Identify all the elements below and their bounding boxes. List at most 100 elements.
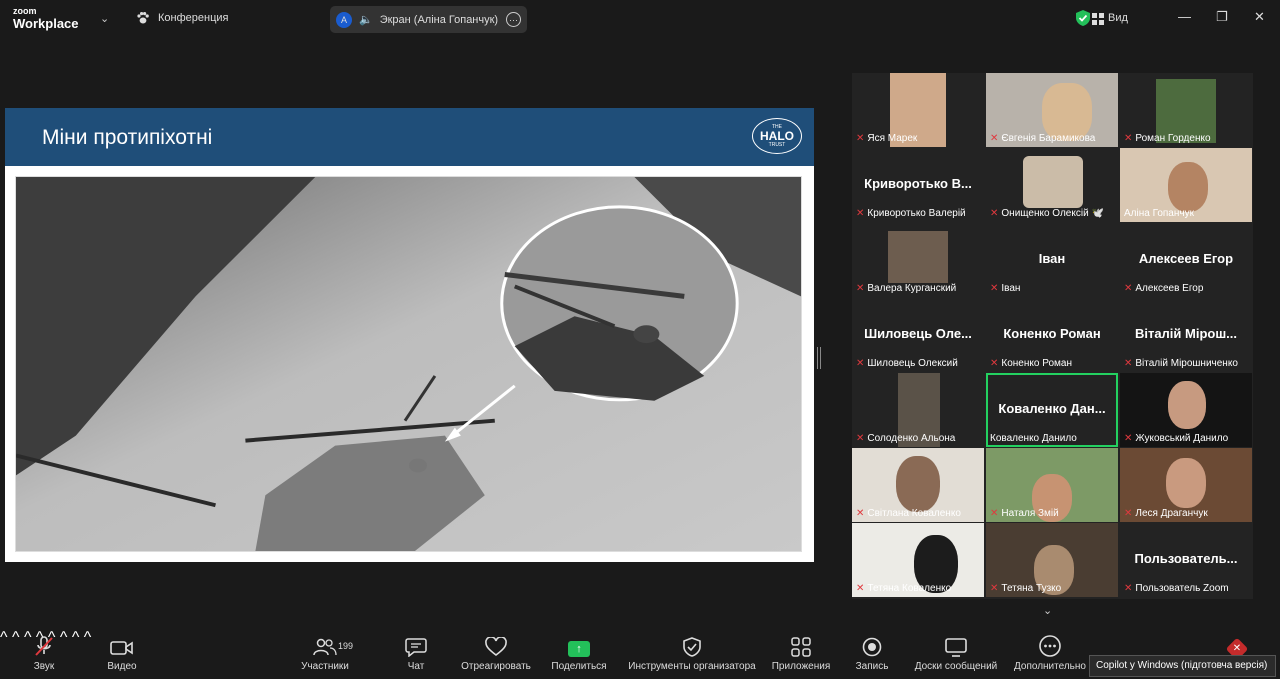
apps-button[interactable]: Приложения	[768, 629, 834, 679]
meeting-info[interactable]: Конференция	[136, 11, 228, 25]
react-button[interactable]: Отреагировать	[458, 629, 534, 679]
video-tile[interactable]: Коненко Роман ✕ Коненко Роман	[986, 298, 1118, 372]
resize-handle[interactable]	[817, 347, 821, 369]
participant-face	[896, 456, 940, 512]
video-tile[interactable]: ✕ Солоденко Альона	[852, 373, 984, 447]
minimize-icon[interactable]: —	[1178, 9, 1191, 24]
video-tile[interactable]: Пользователь... ✕ Пользователь Zoom	[1120, 523, 1252, 597]
audio-button[interactable]: Звук	[24, 629, 64, 679]
slide-title: Міни протипіхотні	[42, 126, 213, 149]
maximize-icon[interactable]: ❐	[1216, 9, 1228, 25]
video-label: Видео	[107, 661, 137, 672]
apps-options-chevron-icon[interactable]: ^	[72, 629, 80, 646]
more-icon	[1039, 635, 1061, 657]
mic-muted-icon: ✕	[1124, 583, 1133, 594]
whiteboards-options-chevron-icon[interactable]: ^	[84, 629, 92, 646]
video-tile[interactable]: Віталій Мірош... ✕ Віталій Мірошниченко	[1120, 298, 1252, 372]
participants-icon	[313, 638, 337, 656]
participants-gallery: ✕ Яся Марек ✕ Євгенія Барамикова ✕ Роман Го…	[852, 73, 1253, 599]
video-tile[interactable]: ✕ Валера Курганский	[852, 223, 984, 297]
chat-label: Чат	[407, 661, 425, 672]
participants-count: 199	[338, 641, 354, 651]
video-tile[interactable]: ✕ Євгенія Барамикова	[986, 73, 1118, 147]
record-label: Запись	[855, 661, 889, 672]
video-tile[interactable]: Аліна Гопанчук	[1120, 148, 1252, 222]
record-button[interactable]: Запись	[852, 629, 892, 679]
participant-name: Наталя Змій	[1001, 508, 1059, 519]
security-shield-icon[interactable]	[1076, 10, 1090, 26]
participant-name: Віталій Мірошниченко	[1135, 358, 1238, 369]
video-tile[interactable]: Криворотько В... ✕ Криворотько Валерій	[852, 148, 984, 222]
share-label: Поделиться	[551, 661, 607, 672]
participant-name: Світлана Коваленко	[867, 508, 961, 519]
close-icon[interactable]: ✕	[1254, 9, 1265, 25]
video-tile[interactable]: ✕ Леся Драганчук	[1120, 448, 1252, 522]
participant-display-name: Коненко Роман	[1003, 326, 1101, 341]
video-tile[interactable]: ✕ Наталя Змій	[986, 448, 1118, 522]
participant-name: Роман Горденко	[1135, 133, 1211, 144]
video-tile-active-speaker[interactable]: Коваленко Дан... Коваленко Данило	[986, 373, 1118, 447]
more-icon[interactable]: ···	[506, 12, 521, 27]
participant-name: Тетяна Коваленко	[867, 583, 952, 594]
participant-name: Євгенія Барамикова	[1001, 133, 1096, 144]
video-tile[interactable]: Іван ✕ Іван	[986, 223, 1118, 297]
apps-label: Приложения	[771, 661, 831, 672]
speaker-icon: 🔈	[359, 14, 373, 26]
video-tile[interactable]: ✕ Тетяна Коваленко	[852, 523, 984, 597]
meeting-toolbar: Звук ^ Видео ^ Участники 199 ^ Чат ^ Отр…	[0, 629, 1280, 679]
share-button[interactable]: ↑ Поделиться	[548, 629, 610, 679]
view-menu[interactable]: Вид	[1108, 12, 1128, 24]
chevron-down-icon[interactable]: ⌄	[100, 12, 109, 25]
participant-name: Іван	[1001, 283, 1021, 294]
mic-muted-icon: ✕	[856, 583, 865, 594]
mic-muted-icon: ✕	[990, 358, 999, 369]
participants-button[interactable]: Участники	[296, 629, 354, 679]
more-button[interactable]: Дополнительно	[1010, 629, 1090, 679]
participant-display-name: Шиловець Оле...	[864, 326, 972, 341]
video-options-chevron-icon[interactable]: ^	[12, 629, 20, 646]
host-tools-label: Инструменты организатора	[628, 661, 756, 672]
participant-display-name: Коваленко Дан...	[998, 401, 1106, 416]
participant-face	[1166, 458, 1206, 508]
mic-muted-icon: ✕	[1124, 283, 1133, 294]
screen-share-indicator[interactable]: A 🔈 Экран (Аліна Гопанчук) ···	[330, 6, 527, 33]
participant-name: Коненко Роман	[1001, 358, 1072, 369]
video-tile[interactable]: ✕ Яся Марек	[852, 73, 984, 147]
participant-name: Яся Марек	[867, 133, 918, 144]
video-tile[interactable]: ✕ Онищенко Олексій 🕊️	[986, 148, 1118, 222]
video-tile[interactable]: ✕ Світлана Коваленко	[852, 448, 984, 522]
mic-muted-icon: ✕	[990, 508, 999, 519]
participant-name: Солоденко Альона	[867, 433, 956, 444]
zoom-logo: zoom Workplace	[13, 6, 79, 31]
participant-name: Жуковський Данило	[1135, 433, 1229, 444]
gallery-next-page-icon[interactable]: ⌄	[1043, 604, 1052, 617]
mic-muted-icon: ✕	[856, 208, 865, 219]
landmine-photo	[15, 176, 802, 552]
mic-muted-icon: ✕	[856, 433, 865, 444]
whiteboards-button[interactable]: Доски сообщений	[910, 629, 1002, 679]
host-tools-button[interactable]: Инструменты организатора	[624, 629, 760, 679]
grid-view-icon[interactable]	[1092, 13, 1104, 25]
chat-button[interactable]: Чат	[400, 629, 432, 679]
logo-bottom: Workplace	[13, 16, 79, 31]
shared-screen: Міни протипіхотні THE HALO TRUST	[5, 108, 814, 562]
video-tile[interactable]: ✕ Роман Горденко	[1120, 73, 1252, 147]
audio-options-chevron-icon[interactable]: ^	[0, 629, 8, 646]
video-camera-icon	[110, 641, 133, 655]
video-tile[interactable]: ✕ Тетяна Тузко	[986, 523, 1118, 597]
meeting-name: Конференция	[158, 12, 229, 24]
mic-muted-icon: ✕	[1124, 133, 1133, 144]
participant-name: Аліна Гопанчук	[1124, 208, 1194, 219]
video-tile[interactable]: ✕ Жуковський Данило	[1120, 373, 1252, 447]
video-tile[interactable]: Алексеев Егор ✕ Алексеев Егор	[1120, 223, 1252, 297]
video-tile[interactable]: Шиловець Оле... ✕ Шиловець Олексий	[852, 298, 984, 372]
video-button[interactable]: Видео	[100, 629, 144, 679]
participant-name: Коваленко Данило	[990, 433, 1077, 444]
mic-muted-icon: ✕	[990, 133, 999, 144]
participant-avatar	[1023, 156, 1083, 208]
mic-muted-icon: ✕	[856, 508, 865, 519]
mic-muted-icon: ✕	[856, 283, 865, 294]
mic-muted-icon: ✕	[1124, 508, 1133, 519]
participant-face	[1168, 162, 1208, 212]
mic-muted-icon	[35, 636, 53, 656]
